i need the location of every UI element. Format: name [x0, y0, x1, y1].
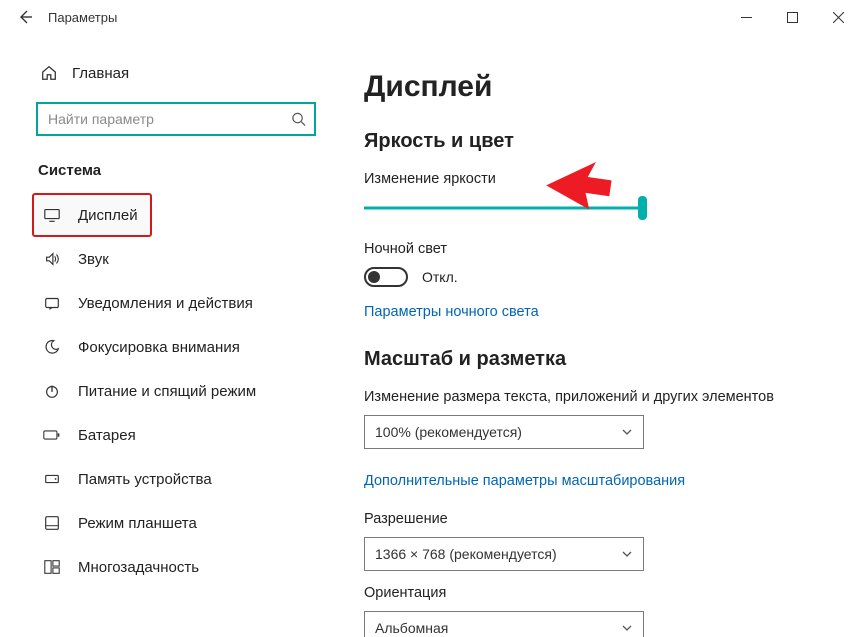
main-panel: Дисплей Яркость и цвет Изменение яркости…: [340, 34, 861, 637]
page-title: Дисплей: [364, 70, 837, 104]
sidebar-item-display[interactable]: Дисплей: [32, 193, 152, 237]
slider-thumb[interactable]: [638, 196, 647, 220]
chevron-down-icon: [621, 622, 633, 634]
dropdown-value: 1366 × 768 (рекомендуется): [375, 546, 557, 562]
sidebar-item-sound[interactable]: Звук: [36, 237, 320, 281]
orientation-dropdown[interactable]: Альбомная: [364, 611, 644, 637]
moon-icon: [42, 337, 62, 357]
home-link[interactable]: Главная: [36, 58, 320, 102]
resolution-dropdown[interactable]: 1366 × 768 (рекомендуется): [364, 537, 644, 571]
night-light-label: Ночной свет: [364, 241, 837, 257]
dropdown-value: Альбомная: [375, 620, 448, 636]
title-bar: Параметры: [0, 0, 861, 34]
sound-icon: [42, 249, 62, 269]
scale-label: Изменение размера текста, приложений и д…: [364, 389, 837, 405]
sidebar: Главная Система Дисплей Звук: [0, 34, 340, 637]
sidebar-item-battery[interactable]: Батарея: [36, 413, 320, 457]
sidebar-item-label: Дисплей: [78, 207, 138, 224]
notifications-icon: [42, 293, 62, 313]
back-button[interactable]: [10, 2, 40, 32]
sidebar-item-label: Звук: [78, 251, 109, 268]
search-input[interactable]: [36, 102, 316, 136]
chevron-down-icon: [621, 426, 633, 438]
night-light-toggle-row: Откл.: [364, 267, 837, 287]
battery-icon: [42, 425, 62, 445]
resolution-label: Разрешение: [364, 511, 837, 527]
sidebar-item-label: Фокусировка внимания: [78, 339, 240, 356]
search-wrap: [36, 102, 320, 136]
sidebar-item-label: Многозадачность: [78, 559, 199, 576]
sidebar-item-focus-assist[interactable]: Фокусировка внимания: [36, 325, 320, 369]
monitor-icon: [42, 205, 62, 225]
night-light-toggle[interactable]: [364, 267, 408, 287]
minimize-button[interactable]: [723, 1, 769, 33]
home-icon: [40, 64, 58, 82]
sidebar-item-notifications[interactable]: Уведомления и действия: [36, 281, 320, 325]
brightness-color-heading: Яркость и цвет: [364, 130, 837, 153]
scale-layout-heading: Масштаб и разметка: [364, 348, 837, 371]
toggle-knob: [368, 271, 380, 283]
tablet-icon: [42, 513, 62, 533]
minimize-icon: [741, 12, 752, 23]
arrow-left-icon: [17, 9, 33, 25]
toggle-state-label: Откл.: [422, 269, 458, 285]
close-button[interactable]: [815, 1, 861, 33]
close-icon: [833, 12, 844, 23]
storage-icon: [42, 469, 62, 489]
sidebar-item-tablet-mode[interactable]: Режим планшета: [36, 501, 320, 545]
sidebar-item-label: Батарея: [78, 427, 136, 444]
scale-dropdown[interactable]: 100% (рекомендуется): [364, 415, 644, 449]
brightness-slider[interactable]: [364, 197, 644, 219]
sidebar-item-storage[interactable]: Память устройства: [36, 457, 320, 501]
brightness-label: Изменение яркости: [364, 171, 837, 187]
night-light-settings-link[interactable]: Параметры ночного света: [364, 304, 539, 320]
sidebar-item-multitasking[interactable]: Многозадачность: [36, 545, 320, 589]
slider-track: [364, 207, 644, 210]
home-label: Главная: [72, 65, 129, 82]
sidebar-item-label: Память устройства: [78, 471, 212, 488]
sidebar-item-label: Уведомления и действия: [78, 295, 253, 312]
sidebar-item-power-sleep[interactable]: Питание и спящий режим: [36, 369, 320, 413]
multitask-icon: [42, 557, 62, 577]
orientation-label: Ориентация: [364, 585, 837, 601]
advanced-scaling-link[interactable]: Дополнительные параметры масштабирования: [364, 473, 685, 489]
sidebar-item-label: Режим планшета: [78, 515, 197, 532]
maximize-icon: [787, 12, 798, 23]
power-icon: [42, 381, 62, 401]
sidebar-item-label: Питание и спящий режим: [78, 383, 256, 400]
maximize-button[interactable]: [769, 1, 815, 33]
chevron-down-icon: [621, 548, 633, 560]
window-title: Параметры: [48, 10, 117, 25]
dropdown-value: 100% (рекомендуется): [375, 424, 522, 440]
sidebar-section-label: Система: [38, 162, 320, 179]
